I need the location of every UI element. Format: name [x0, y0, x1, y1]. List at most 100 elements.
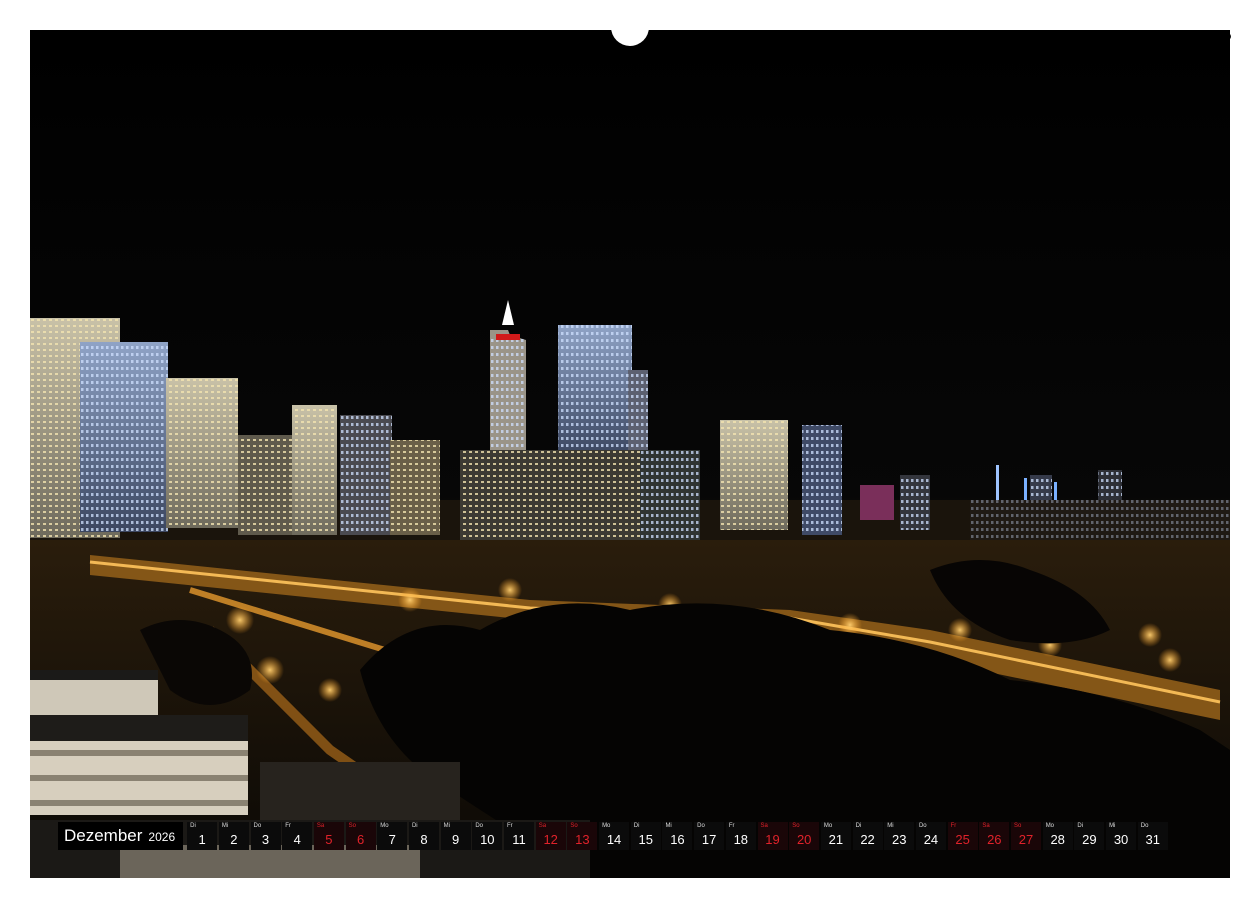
day-cell: Sa 12 [535, 822, 566, 850]
day-number: 17 [701, 832, 717, 847]
day-cell: So 13 [567, 822, 598, 850]
day-number: 10 [480, 832, 495, 847]
month-year: 2026 [148, 830, 176, 844]
day-number: 3 [261, 832, 270, 847]
day-number: 14 [606, 832, 622, 847]
month-name: Dezember [64, 826, 143, 845]
weekday-label: Fr [950, 823, 957, 829]
weekday-label: Fr [285, 823, 291, 829]
day-cell: Mi 30 [1106, 822, 1137, 850]
weekday-label: Mi [443, 823, 450, 829]
day-cell: Do 10 [472, 822, 503, 850]
day-cell: Do 3 [250, 822, 281, 850]
weekday-label: Di [411, 823, 418, 829]
calendar-binding [0, 0, 1260, 46]
day-number: 11 [512, 832, 526, 847]
day-number: 23 [892, 832, 907, 847]
weekday-label: So [1014, 823, 1022, 829]
day-cells: Di 1 Mi 2 Do 3 Fr 4 Sa 5 So 6 Mo 7 Di 8 Mi 9 Do 10 Fr 11 Sa 12 S… [187, 822, 1169, 850]
day-number: 5 [325, 832, 333, 847]
day-cell: Sa 19 [757, 822, 788, 850]
weekday-label: Sa [316, 823, 325, 829]
weekday-label: Mo [602, 823, 611, 829]
weekday-label: Mo [823, 823, 833, 829]
day-number: 15 [638, 832, 653, 847]
day-cell: Mi 9 [440, 822, 471, 850]
day-cell: Fr 11 [504, 822, 534, 850]
day-number: 4 [293, 832, 301, 847]
day-cell: So 6 [345, 822, 376, 850]
day-cell: Sa 26 [979, 822, 1010, 850]
day-number: 29 [1082, 832, 1097, 847]
day-number: 18 [733, 832, 749, 847]
weekday-label: Di [190, 823, 196, 829]
day-number: 24 [923, 832, 939, 847]
day-cell: Fr 25 [947, 822, 978, 850]
day-cell: Sa 5 [313, 822, 344, 850]
day-cell: Mi 2 [218, 822, 249, 850]
day-cell: Mi 16 [662, 822, 693, 850]
day-cell: Di 29 [1074, 822, 1105, 850]
day-number: 30 [1113, 832, 1129, 847]
day-cell: Di 1 [187, 822, 218, 850]
weekday-label: So [570, 823, 578, 829]
weekday-label: Do [1140, 823, 1149, 829]
day-cell: Do 17 [694, 822, 725, 850]
weekday-label: Sa [982, 823, 990, 829]
day-cell: Fr 18 [725, 822, 756, 850]
day-number: 22 [860, 832, 875, 847]
weekday-label: Mi [221, 823, 229, 829]
day-cell: Do 24 [915, 822, 946, 850]
day-cell: Fr 4 [282, 822, 313, 850]
weekday-label: So [792, 823, 800, 829]
weekday-label: Mo [1045, 823, 1055, 829]
day-cell: So 27 [1011, 822, 1041, 850]
day-number: 28 [1050, 832, 1065, 847]
day-number: 12 [543, 832, 558, 847]
night-skyline-image [30, 30, 1230, 878]
day-number: 13 [575, 832, 590, 847]
day-number: 7 [388, 832, 396, 847]
weekday-label: Do [697, 823, 705, 829]
weekday-label: Di [633, 823, 640, 829]
day-cell: Di 8 [408, 822, 439, 850]
weekday-label: Mo [380, 823, 389, 829]
day-number: 19 [765, 832, 780, 847]
day-number: 9 [452, 832, 460, 847]
day-number: 6 [356, 832, 365, 847]
day-number: 25 [955, 832, 970, 847]
weekday-label: Do [475, 823, 483, 829]
weekday-label: Di [855, 823, 862, 829]
day-cell: Do 31 [1137, 822, 1168, 850]
day-number: 21 [828, 832, 844, 847]
day-number: 1 [198, 832, 206, 847]
day-cell: Di 15 [630, 822, 661, 850]
weekday-label: Mi [665, 823, 672, 829]
day-cell: Mo 14 [599, 822, 630, 850]
calendar-strip: Dezember 2026 Di 1 Mi 2 Do 3 Fr 4 Sa 5 So 6 Mo 7 Di 8 Mi… [58, 822, 1202, 850]
weekday-label: Do [918, 823, 927, 829]
weekday-label: Mi [1109, 823, 1116, 829]
weekday-label: So [348, 823, 356, 829]
day-cell: Mo 7 [377, 822, 408, 850]
day-number: 27 [1018, 832, 1034, 847]
weekday-label: Do [253, 823, 262, 829]
weekday-label: Sa [538, 823, 547, 829]
day-cell: Mi 23 [884, 822, 915, 850]
day-number: 2 [230, 832, 238, 847]
day-number: 8 [420, 832, 428, 847]
skyline-photo [30, 30, 1230, 878]
day-number: 20 [796, 832, 812, 847]
day-cell: Di 22 [852, 822, 883, 850]
day-number: 31 [1145, 832, 1160, 847]
weekday-label: Mi [887, 823, 894, 829]
weekday-label: Di [1077, 823, 1084, 829]
day-number: 26 [987, 832, 1002, 847]
weekday-label: Fr [728, 823, 735, 829]
month-label: Dezember 2026 [58, 822, 184, 850]
weekday-label: Sa [760, 823, 768, 829]
day-cell: Mo 21 [820, 822, 851, 850]
weekday-label: Fr [507, 823, 513, 829]
day-number: 16 [670, 832, 685, 847]
day-cell: Mo 28 [1042, 822, 1073, 850]
